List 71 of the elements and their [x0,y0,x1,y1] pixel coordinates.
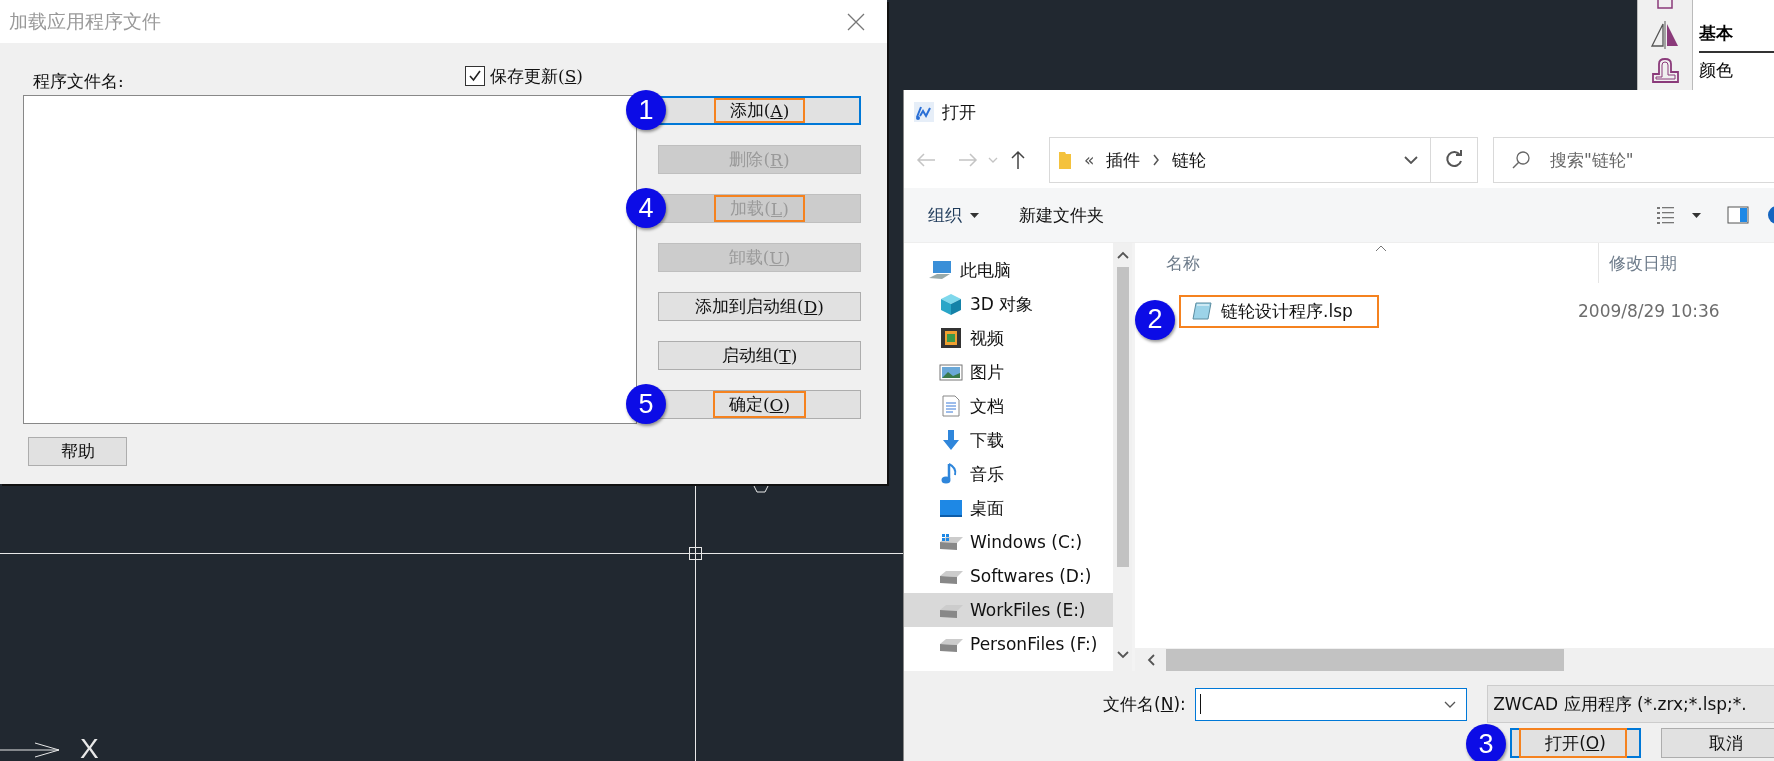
ucs-arrow-icon [0,742,60,758]
dialog-button[interactable]: 启动组(T) [658,341,861,370]
caret-icon[interactable] [1692,212,1701,218]
breadcrumb-item[interactable]: 链轮 [1172,148,1207,172]
refresh-button[interactable] [1431,137,1478,183]
close-icon[interactable] [847,12,865,31]
breadcrumb-overflow[interactable]: « [1084,150,1095,170]
nav-item[interactable]: Softwares (D:) [904,559,1113,593]
scroll-left-icon[interactable] [1147,653,1155,666]
help-button[interactable]: 帮助 [28,437,127,466]
axis-label: X [80,735,99,761]
list-label: 程序文件名: [33,69,124,93]
scrollbar[interactable] [1113,243,1132,671]
nav-item[interactable]: 桌面 [904,491,1113,525]
search-icon [1511,150,1531,170]
step-badge: 1 [626,90,666,130]
file-date: 2009/8/29 10:36 [1577,301,1720,321]
toolbar-icon[interactable] [1655,0,1675,10]
window-title: 加载应用程序文件 [9,8,161,34]
nav-item[interactable]: 下载 [904,423,1113,457]
column-header[interactable]: 修改日期 [1599,251,1677,275]
nav-item[interactable]: 图片 [904,355,1113,389]
step-badge: 3 [1466,724,1506,761]
nav-item[interactable]: 文档 [904,389,1113,423]
organize-menu[interactable]: 组织 [928,203,979,227]
nav-item[interactable]: 此电脑 [904,253,1113,287]
sort-icon [1375,245,1387,252]
dropdown-icon[interactable] [1404,156,1418,164]
nav-item[interactable]: PersonFiles (F:) [904,627,1113,661]
polyline-icon[interactable] [1649,56,1681,86]
preview-pane-icon[interactable] [1727,206,1749,224]
mirror-icon[interactable] [1649,20,1681,50]
search-field[interactable]: 搜索"链轮" [1493,137,1774,183]
pc-icon [928,258,954,282]
nav-item[interactable]: 视频 [904,321,1113,355]
file-icon [1191,301,1213,321]
nav-item[interactable]: 3D 对象 [904,287,1113,321]
breadcrumb-item[interactable]: 插件 [1106,148,1141,172]
new-folder-button[interactable]: 新建文件夹 [1019,203,1104,227]
filename-field[interactable] [1194,687,1468,721]
dropdown-icon[interactable] [1444,700,1457,708]
nav-item[interactable]: 音乐 [904,457,1113,491]
up-icon[interactable] [1010,150,1026,170]
file-type-dropdown[interactable]: ZWCAD 应用程序 (*.zrx;*.lsp;*. [1487,685,1774,723]
cube-icon [938,292,964,316]
file-name[interactable]: 链轮设计程序.lsp [1221,299,1353,323]
chevron-icon[interactable] [1152,154,1161,166]
scroll-down-icon[interactable] [1116,651,1129,659]
refresh-icon [1444,150,1464,170]
nav-item[interactable]: Windows (C:) [904,525,1113,559]
dialog-button[interactable]: 添加到启动组(D) [658,292,861,321]
column-header[interactable]: 名称 [1135,243,1599,283]
scrollbar[interactable] [1135,648,1774,671]
scroll-up-icon[interactable] [1116,251,1129,259]
dialog-button[interactable]: 添加(A) [658,96,861,125]
checkbox-label[interactable]: 保存更新(S) [490,64,583,88]
folder-icon [1058,150,1072,170]
address-bar[interactable]: « 插件 链轮 [1049,137,1431,183]
filename-label: 文件名(N): [1102,692,1186,716]
app-icon [914,102,934,122]
nav-item[interactable]: WorkFiles (E:) [904,593,1113,627]
step-badge: 2 [1135,299,1175,340]
window-title: 打开 [942,100,976,124]
dialog-button[interactable]: 取消 [1661,728,1774,758]
view-options-icon[interactable] [1656,205,1676,225]
section-header: 基本 [1699,22,1774,53]
checkbox[interactable] [465,66,486,86]
dialog-button[interactable]: 确定(O) [658,390,861,419]
caret-icon [970,212,979,218]
video-icon [938,326,964,350]
property-label: 颜色 [1699,59,1734,82]
